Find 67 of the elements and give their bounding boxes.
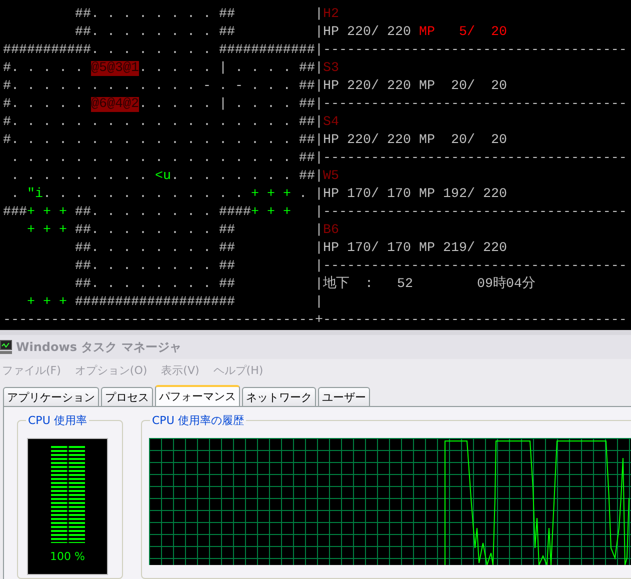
plant-glyph: + + + xyxy=(27,205,67,220)
terminal-text: #################### xyxy=(74,295,235,310)
monster-glyph: <u xyxy=(154,169,171,184)
terminal-text: ##. . . . . . . . ## xyxy=(74,223,235,238)
terminal-text: . . . . . . . . . . . . . xyxy=(43,187,244,202)
terminal-text: . . . . . . . . . xyxy=(10,169,148,184)
character-name: S3 xyxy=(323,61,339,76)
tab[interactable]: パフォーマンス xyxy=(155,385,240,406)
terminal-text: . xyxy=(298,187,307,202)
character-name: W5 xyxy=(323,169,339,184)
terminal-text: #. . . . . . . . . . . . . . . . . . ## xyxy=(3,133,315,148)
terminal-text: +-------------------------------------- xyxy=(315,313,627,328)
window-title: Windows タスク マネージャ xyxy=(16,338,182,356)
terminal-text: #. . . . . xyxy=(3,97,84,112)
plant-glyph: + + + xyxy=(250,205,291,220)
terminal-text: ##. . . . . . . . #### xyxy=(74,205,251,220)
plant-glyph: + + + xyxy=(26,223,67,238)
terminal-text: | xyxy=(315,61,323,76)
meter-reading: 100 % xyxy=(50,550,85,563)
tab[interactable]: ユーザー xyxy=(318,387,370,406)
monitor-icon xyxy=(0,340,12,354)
terminal-text: #. . . . . . . . . . . . . . . . . . ## xyxy=(3,115,315,130)
group-label: CPU 使用率 xyxy=(26,413,89,428)
status-text: MP 5/ 20 xyxy=(418,25,507,40)
terminal-text: . . . . . | . . . . ## xyxy=(138,97,315,112)
terminal-text: | xyxy=(315,295,323,310)
character-name: B6 xyxy=(323,223,339,238)
plant-glyph: + + + xyxy=(26,295,67,310)
terminal-text: --------------------------------------- xyxy=(3,313,315,328)
terminal-text: |地下 : 52 09時04分 xyxy=(315,277,535,292)
terminal-text: ##. . . . . . . . ## xyxy=(74,25,235,40)
terminal-text: |HP 170/ 170 MP 219/ 220 xyxy=(315,241,507,256)
party-marker: @6@4@2 xyxy=(90,97,139,112)
tab[interactable]: プロセス xyxy=(101,387,153,406)
terminal-text: ##. . . . . . . . ## xyxy=(74,7,235,22)
terminal-text: |-------------------------------------- xyxy=(315,97,627,112)
terminal-text: . . . . . . . . ## xyxy=(170,169,315,184)
terminal-text: . xyxy=(10,187,20,202)
party-marker: @5@3@1 xyxy=(90,61,139,76)
terminal-text: | xyxy=(315,169,323,184)
terminal-text: |HP 220/ 220 xyxy=(315,25,412,40)
character-name: H2 xyxy=(323,7,339,22)
terminal-text: . . . . . . . . . . . . . . . . . . ## xyxy=(10,151,315,166)
terminal-text: #. . . . . xyxy=(3,61,84,76)
item-glyph: "i xyxy=(27,187,43,202)
tab[interactable]: アプリケーション xyxy=(3,387,99,406)
terminal-text: | xyxy=(315,115,323,130)
group-label: CPU 使用率の履歴 xyxy=(150,413,246,428)
terminal-text: |-------------------------------------- xyxy=(315,259,627,274)
terminal-text: |HP 220/ 220 MP 20/ 20 xyxy=(315,79,507,94)
terminal-text: |HP 220/ 220 MP 20/ 20 xyxy=(315,133,507,148)
terminal-text: | xyxy=(315,223,323,238)
terminal-text: #. . . . . . . . . . . . - . - . . . ## xyxy=(3,79,315,94)
terminal-text: |HP 170/ 170 MP 192/ 220 xyxy=(315,187,507,202)
terminal-text: ##. . . . . . . . ## xyxy=(74,241,235,256)
terminal-text: ###########. . . . . . . . ############ xyxy=(3,43,315,58)
terminal-text: ##. . . . . . . . ## xyxy=(74,277,235,292)
plant-glyph: + + + xyxy=(250,187,291,202)
character-name: S4 xyxy=(323,115,339,130)
terminal-text: |-------------------------------------- xyxy=(315,151,627,166)
terminal-text: ### xyxy=(3,205,27,220)
terminal-text: | xyxy=(315,7,323,22)
tab[interactable]: ネットワーク xyxy=(242,387,316,406)
terminal-text: |-------------------------------------- xyxy=(315,205,627,220)
terminal-text: . . . . . | . . . . ## xyxy=(138,61,315,76)
terminal-text: ##. . . . . . . . ## xyxy=(74,259,235,274)
terminal-text: |-------------------------------------- xyxy=(315,43,627,58)
